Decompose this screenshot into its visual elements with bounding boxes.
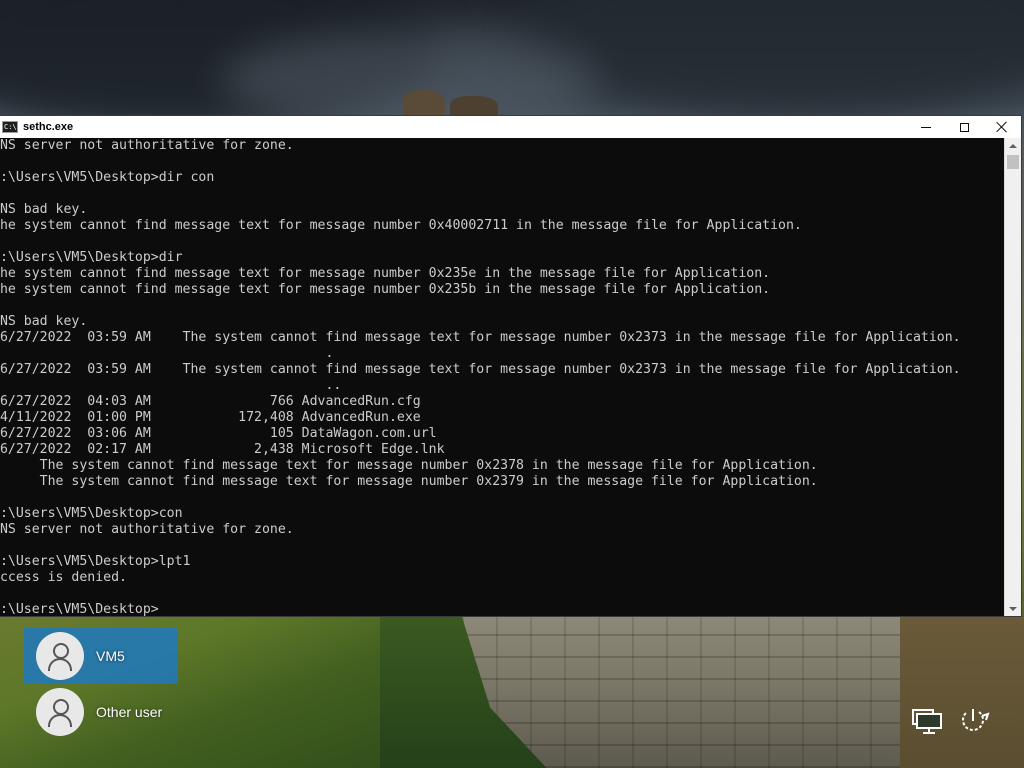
console-line: C:\Users\VM5\Desktop> [0, 602, 159, 616]
console-line: 06/27/2022 04:03 AM 766 AdvancedRun.cfg [0, 394, 421, 409]
stone-wall [462, 617, 932, 768]
caption-buttons [907, 116, 1021, 138]
maximize-button[interactable] [945, 116, 983, 138]
console-line: C:\Users\VM5\Desktop>lpt1 [0, 554, 191, 569]
user-tile-vm5[interactable]: VM5 [24, 628, 178, 684]
scroll-up-button[interactable] [1005, 138, 1021, 153]
console-line: .. [0, 378, 342, 393]
user-name: Other user [96, 704, 163, 720]
rock [403, 90, 445, 118]
console-line: C:\Users\VM5\Desktop>dir con [0, 170, 215, 185]
console-line: . [0, 346, 334, 361]
power-icon[interactable] [958, 706, 992, 736]
console-line: 06/27/2022 03:59 AM The system cannot fi… [0, 330, 961, 345]
scroll-down-button[interactable] [1005, 601, 1021, 616]
console-line: The system cannot find message text for … [0, 266, 771, 281]
close-button[interactable] [983, 116, 1021, 138]
console-line: DNS bad key. [0, 202, 88, 217]
console-line: DNS bad key. [0, 314, 88, 329]
ground [900, 617, 1024, 768]
console-line: The system cannot find message text for … [0, 218, 802, 233]
minimize-button[interactable] [907, 116, 945, 138]
console-line: 06/27/2022 03:06 AM 105 DataWagon.com.ur… [0, 426, 437, 441]
scroll-thumb[interactable] [1007, 155, 1019, 169]
console-line: 04/11/2022 01:00 PM 172,408 AdvancedRun.… [0, 410, 421, 425]
arrow-down-icon [1009, 606, 1017, 611]
close-icon [996, 121, 1008, 133]
console-line: Access is denied. [0, 570, 127, 585]
console-line: The system cannot find message text for … [0, 282, 771, 297]
minimize-icon [921, 126, 931, 128]
network-icon[interactable] [911, 706, 945, 736]
console-output[interactable]: DNS server not authoritative for zone. C:… [0, 138, 1004, 616]
console-lines: DNS server not authoritative for zone. C:… [0, 138, 961, 616]
title-bar[interactable]: C:\ sethc.exe [0, 116, 1021, 138]
cloud [520, 0, 1024, 120]
console-line: The system cannot find message text for … [0, 474, 818, 489]
console-line: C:\Users\VM5\Desktop>dir [0, 250, 183, 265]
console-line: The system cannot find message text for … [0, 458, 818, 473]
console-line: 06/27/2022 03:59 AM The system cannot fi… [0, 362, 961, 377]
vertical-scrollbar[interactable] [1004, 138, 1021, 616]
user-avatar-icon [36, 632, 84, 680]
console-line: DNS server not authoritative for zone. [0, 138, 294, 153]
console-window[interactable]: C:\ sethc.exe DNS server not authoritati… [0, 115, 1022, 617]
maximize-icon [959, 122, 969, 132]
user-name: VM5 [96, 648, 125, 664]
user-tile-other-user[interactable]: Other user [24, 684, 178, 740]
user-avatar-icon [36, 688, 84, 736]
arrow-up-icon [1009, 143, 1017, 148]
console-line: DNS server not authoritative for zone. [0, 522, 294, 537]
console-line: C:\Users\VM5\Desktop>con [0, 506, 183, 521]
window-title: sethc.exe [23, 121, 74, 133]
console-line: 06/27/2022 02:17 AM 2,438 Microsoft Edge… [0, 442, 445, 457]
console-app-icon[interactable]: C:\ [2, 121, 18, 133]
